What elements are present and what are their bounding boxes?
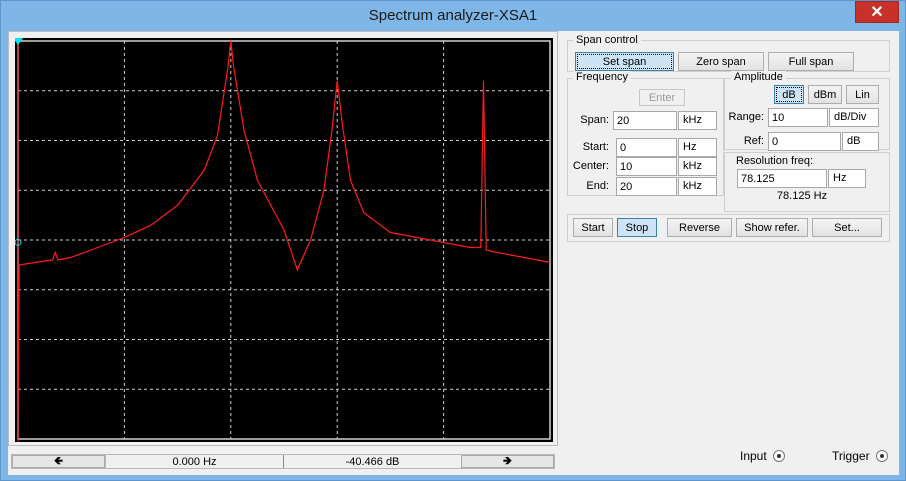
center-unit-select[interactable]: kHz <box>678 157 717 176</box>
trigger-terminal-icon[interactable] <box>875 450 888 462</box>
set-span-button[interactable]: Set span <box>575 52 674 71</box>
center-input[interactable] <box>616 157 677 176</box>
arrow-right-icon: 🡺 <box>503 455 512 467</box>
close-icon: ✕ <box>870 4 884 21</box>
spectrum-plot <box>15 38 551 442</box>
input-terminal-icon[interactable] <box>772 450 785 462</box>
trigger-terminal[interactable]: Trigger <box>832 449 888 463</box>
lin-button[interactable]: Lin <box>846 85 879 104</box>
arrow-left-icon: 🡸 <box>54 455 63 467</box>
span-label: Span: <box>580 114 609 126</box>
end-input[interactable] <box>616 177 677 196</box>
end-label: End: <box>586 180 609 192</box>
end-unit-select[interactable]: kHz <box>678 177 717 196</box>
amplitude-title: Amplitude <box>731 71 786 83</box>
set-button[interactable]: Set... <box>812 218 882 237</box>
ref-unit-select[interactable]: dB <box>842 132 879 151</box>
resolution-unit-select[interactable]: Hz <box>828 169 866 188</box>
window-title: Spectrum analyzer-XSA1 <box>368 7 538 24</box>
cursor-frequency-readout: 0.000 Hz <box>105 455 283 468</box>
db-button[interactable]: dB <box>774 85 804 104</box>
span-unit-select[interactable]: kHz <box>678 111 717 130</box>
center-label: Center: <box>572 160 609 172</box>
range-input[interactable] <box>768 108 828 127</box>
title-bar: Spectrum analyzer-XSA1 ✕ <box>1 1 905 31</box>
show-refer-button[interactable]: Show refer. <box>736 218 808 237</box>
range-unit-select[interactable]: dB/Div <box>829 108 879 127</box>
start-input[interactable] <box>616 138 677 157</box>
frequency-title: Frequency <box>573 71 631 83</box>
full-span-button[interactable]: Full span <box>768 52 854 71</box>
resolution-display: 78.125 Hz <box>776 190 828 202</box>
stop-button[interactable]: Stop <box>617 218 657 237</box>
start-label: Start: <box>582 141 609 153</box>
reverse-button[interactable]: Reverse <box>667 218 732 237</box>
resolution-title: Resolution freq: <box>733 155 817 167</box>
control-panel: Span control Set span Zero span Full spa… <box>567 34 890 242</box>
start-unit-select[interactable]: Hz <box>678 138 717 157</box>
display-frame <box>8 31 558 446</box>
cursor-amplitude-readout: -40.466 dB <box>283 455 461 468</box>
span-input[interactable] <box>613 111 677 130</box>
start-button[interactable]: Start <box>573 218 613 237</box>
dbm-button[interactable]: dBm <box>808 85 842 104</box>
input-terminal[interactable]: Input <box>740 449 785 463</box>
enter-button[interactable]: Enter <box>639 89 685 106</box>
cursor-left-button[interactable]: 🡸 <box>12 455 105 468</box>
span-control-title: Span control <box>573 34 641 46</box>
resolution-input[interactable] <box>737 169 827 188</box>
spectrum-trace <box>17 40 551 415</box>
trigger-label: Trigger <box>832 449 870 463</box>
client-area: 🡸 0.000 Hz -40.466 dB 🡺 Span control Set… <box>8 31 899 475</box>
range-label: Range: <box>728 111 764 123</box>
cursor-readout-bar: 🡸 0.000 Hz -40.466 dB 🡺 <box>11 454 555 469</box>
spectrum-analyzer-window: Spectrum analyzer-XSA1 ✕ 🡸 0.000 Hz -40.… <box>0 0 906 481</box>
ref-label: Ref: <box>743 135 764 147</box>
ref-input[interactable] <box>768 132 841 151</box>
cursor-right-button[interactable]: 🡺 <box>461 455 554 468</box>
close-button[interactable]: ✕ <box>855 1 899 23</box>
spectrum-display <box>15 38 553 442</box>
input-label: Input <box>740 449 767 463</box>
zero-span-button[interactable]: Zero span <box>678 52 764 71</box>
